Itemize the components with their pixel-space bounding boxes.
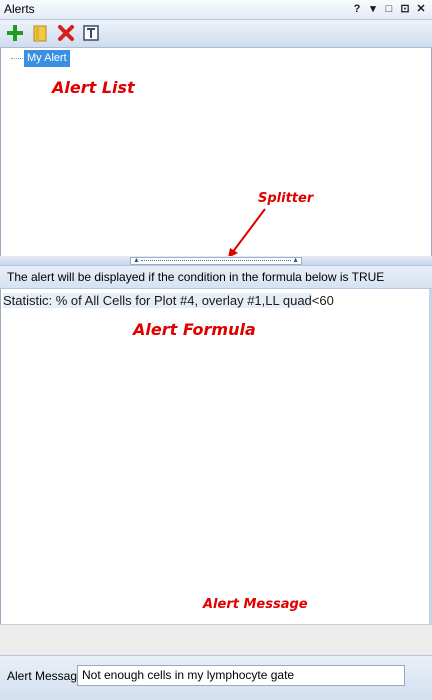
grip-dots <box>141 260 291 261</box>
formula-line[interactable]: Statistic: % of All Cells for Plot #4, o… <box>3 293 334 308</box>
alert-message-label: Alert Message <box>7 669 84 683</box>
annotation-alert-formula: Alert Formula <box>133 320 256 339</box>
formula-bottom-strip <box>0 624 432 655</box>
annotation-alert-message: Alert Message <box>203 597 308 612</box>
formula-statistic-token[interactable]: Statistic: % of All Cells for Plot #4, o… <box>3 293 312 308</box>
splitter-grip[interactable]: ▲ ▲ <box>130 257 302 265</box>
message-bar: Alert Message Not enough cells in my lym… <box>0 655 432 700</box>
alert-message-input[interactable]: Not enough cells in my lymphocyte gate <box>77 665 405 686</box>
grip-up-icon: ▲ <box>133 257 140 264</box>
condition-header: The alert will be displayed if the condi… <box>0 265 432 289</box>
condition-header-text: The alert will be displayed if the condi… <box>7 270 385 284</box>
grip-up-icon: ▲ <box>292 257 299 264</box>
splitter[interactable]: ▲ ▲ <box>0 256 432 265</box>
formula-operator: <60 <box>311 293 334 308</box>
formula-editor[interactable]: Statistic: % of All Cells for Plot #4, o… <box>0 289 432 624</box>
